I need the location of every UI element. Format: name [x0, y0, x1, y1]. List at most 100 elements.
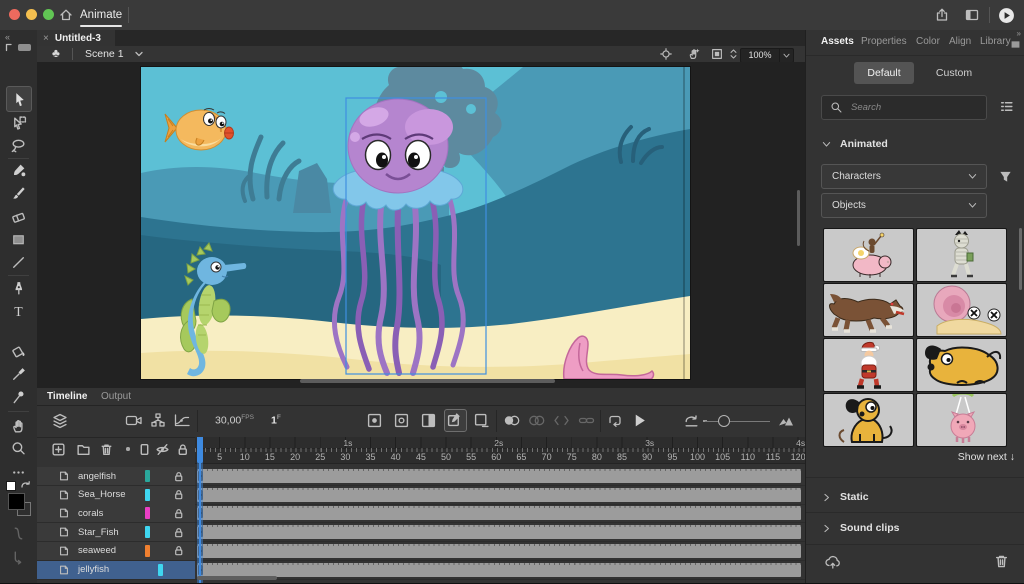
remove-frame-icon[interactable] — [474, 413, 489, 428]
frames-horizontal-scrollbar[interactable] — [197, 576, 277, 580]
tool-zoom[interactable] — [10, 440, 27, 457]
tool-rectangle[interactable] — [10, 231, 27, 248]
stage-canvas[interactable] — [140, 66, 691, 380]
close-document-icon[interactable]: × — [43, 33, 49, 44]
collapse-panel-icon[interactable]: « — [5, 32, 10, 42]
layer-row-seaweed[interactable]: seaweed — [37, 541, 195, 561]
onion-skin-outline-icon[interactable] — [528, 413, 545, 428]
rotate-view-icon[interactable] — [687, 47, 701, 61]
pasteboard[interactable] — [37, 62, 805, 388]
frame-span[interactable] — [197, 506, 801, 521]
tool-subselection[interactable] — [10, 115, 27, 132]
tab-assets[interactable]: Assets — [821, 36, 854, 47]
timeline-ruler[interactable]: 1s 2s 3s 4s 5 10 15 20 25 30 35 40 45 50 55 60 65 70 75 80… — [195, 437, 805, 464]
frame-row-Star_Fish[interactable] — [195, 523, 805, 543]
panel-scrollbar[interactable] — [1019, 228, 1022, 290]
zoom-level-control[interactable]: 100% — [740, 47, 794, 63]
asset-thumb-dog-sitting[interactable] — [823, 393, 914, 447]
delete-asset-icon[interactable] — [994, 553, 1009, 569]
link-layers-icon[interactable] — [578, 413, 595, 428]
layer-color-swatch[interactable] — [145, 507, 150, 520]
frame-span[interactable] — [197, 543, 801, 558]
frame-span[interactable] — [197, 487, 801, 502]
tool-eraser[interactable] — [10, 208, 27, 225]
lock-icon[interactable] — [172, 507, 185, 520]
tool-asset-warp[interactable] — [10, 389, 27, 406]
scene-breadcrumb[interactable]: Scene 1 — [85, 48, 124, 60]
frame-rate[interactable]: 30,00FPS — [215, 414, 254, 427]
workspace-layout-icon[interactable] — [964, 7, 980, 23]
frame-span[interactable] — [197, 562, 801, 577]
current-frame[interactable]: 1F — [271, 414, 281, 427]
stroke-color-swatch[interactable] — [6, 481, 16, 491]
graph-editor-icon[interactable] — [173, 413, 191, 428]
asset-thumb-snail-knocked-out[interactable] — [916, 283, 1007, 337]
lock-icon[interactable] — [172, 470, 185, 483]
symbol-clover-icon[interactable]: ♣ — [52, 46, 60, 60]
loop-playback-icon[interactable] — [607, 413, 623, 428]
tool-paint-bucket[interactable] — [10, 343, 27, 360]
tool-hand[interactable] — [10, 418, 27, 435]
playhead[interactable] — [197, 437, 203, 583]
lock-icon[interactable] — [172, 526, 185, 539]
tool-line[interactable] — [10, 254, 27, 271]
section-static[interactable]: Static — [821, 491, 869, 503]
asset-thumb-pig-parachute[interactable] — [916, 393, 1007, 447]
highlight-column-icon[interactable] — [126, 447, 130, 451]
tool-pen[interactable] — [10, 280, 27, 297]
asset-thumb-monkey-riding-pig[interactable] — [823, 228, 914, 282]
auto-keyframe-toggle[interactable] — [444, 409, 467, 432]
clip-content-icon[interactable] — [710, 47, 724, 61]
new-layer-icon[interactable] — [51, 442, 66, 457]
layer-parenting-icon[interactable] — [149, 413, 167, 428]
asset-thumb-santa-claus[interactable] — [823, 338, 914, 392]
frame-row-angelfish[interactable] — [195, 467, 805, 486]
scene-chevron-icon[interactable] — [132, 47, 146, 61]
layer-row-corals[interactable]: corals — [37, 504, 195, 524]
layer-row-Sea_Horse[interactable]: Sea_Horse — [37, 485, 195, 505]
tab-output[interactable]: Output — [101, 388, 131, 405]
show-next-link[interactable]: Show next ↓ — [958, 451, 1015, 463]
tab-properties[interactable]: Properties — [861, 36, 907, 47]
layer-color-swatch[interactable] — [145, 488, 150, 501]
lock-icon[interactable] — [172, 488, 185, 501]
frame-row-seaweed[interactable] — [195, 542, 805, 561]
timeline-zoom-fit-icon[interactable] — [777, 413, 795, 428]
tab-color[interactable]: Color — [916, 36, 940, 47]
frame-span[interactable] — [197, 525, 801, 540]
section-sound-clips[interactable]: Sound clips — [821, 522, 900, 534]
filter-icon[interactable] — [998, 169, 1013, 184]
characters-dropdown[interactable]: Characters — [821, 164, 987, 189]
tool-selection[interactable] — [6, 86, 32, 112]
tool-fluid-brush[interactable] — [10, 162, 27, 179]
tool-text[interactable]: T — [10, 302, 27, 319]
zoom-stepper-icon[interactable] — [727, 47, 740, 61]
dock-icon[interactable] — [5, 43, 15, 52]
list-view-icon[interactable] — [999, 99, 1014, 114]
insert-keyframe-icon[interactable] — [367, 413, 382, 428]
objects-dropdown[interactable]: Objects — [821, 193, 987, 218]
default-mode-button[interactable]: Default — [854, 62, 914, 84]
vertical-scrollbar[interactable] — [797, 190, 800, 246]
tool-classic-brush[interactable] — [10, 185, 27, 202]
layer-row-Star_Fish[interactable]: Star_Fish — [37, 523, 195, 543]
layers-stack-icon[interactable] — [51, 413, 69, 429]
width-tool-icon[interactable] — [10, 525, 27, 542]
layer-row-jellyfish[interactable]: jellyfish — [37, 560, 195, 580]
asset-thumb-wolf[interactable] — [823, 283, 914, 337]
layer-row-angelfish[interactable]: angelfish — [37, 467, 195, 486]
home-icon[interactable] — [58, 7, 74, 23]
layer-color-swatch[interactable] — [145, 470, 150, 482]
hide-all-layers-icon[interactable] — [155, 442, 170, 457]
reset-timeline-zoom-icon[interactable] — [683, 413, 700, 429]
swap-colors-icon[interactable] — [20, 479, 32, 491]
search-input[interactable]: Search — [821, 95, 987, 120]
tab-library[interactable]: Library — [980, 36, 1011, 47]
insert-blank-keyframe-icon[interactable] — [394, 413, 409, 428]
play-button[interactable] — [632, 413, 647, 428]
insert-frame-icon[interactable] — [421, 413, 436, 428]
edit-multiple-frames-icon[interactable] — [553, 413, 570, 428]
tool-lasso[interactable] — [10, 137, 27, 154]
minimize-window-button[interactable] — [26, 9, 37, 20]
close-window-button[interactable] — [9, 9, 20, 20]
